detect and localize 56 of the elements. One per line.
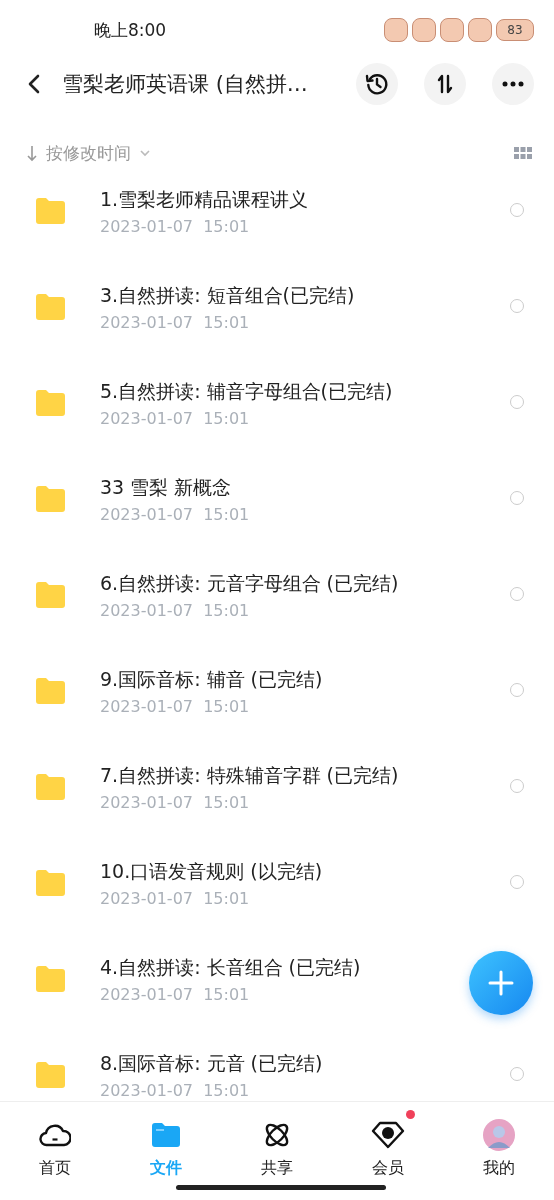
nav-tab[interactable]: 我的 — [443, 1102, 554, 1200]
folder-icon — [34, 485, 66, 513]
grid-view-icon[interactable] — [514, 147, 532, 159]
file-date: 2023-01-07 15:01 — [100, 793, 251, 812]
file-name: 1.雪梨老师精品课程讲义 — [100, 187, 310, 212]
folder-title: 雪梨老师英语课 (自然拼… — [62, 71, 309, 98]
file-date: 2023-01-07 15:01 — [100, 409, 251, 428]
file-date: 2023-01-07 15:01 — [100, 697, 251, 716]
more-icon — [502, 81, 524, 87]
folder-icon — [34, 965, 66, 993]
folder-icon — [34, 869, 66, 897]
file-date: 2023-01-07 15:01 — [100, 889, 251, 908]
nav-tab[interactable]: 首页 — [0, 1102, 111, 1200]
more-button[interactable] — [492, 63, 534, 105]
file-date: 2023-01-07 15:01 — [100, 313, 251, 332]
file-name: 7.自然拼读: 特殊辅音字群 (已完结) — [100, 763, 400, 788]
file-date: 2023-01-07 15:01 — [100, 505, 251, 524]
nav-tab[interactable]: 会员 — [332, 1102, 444, 1200]
file-name: 6.自然拼读: 元音字母组合 (已完结) — [100, 571, 400, 596]
plus-icon — [488, 970, 514, 996]
battery-level: 83 — [496, 19, 534, 41]
file-date: 2023-01-07 15:01 — [100, 217, 251, 236]
status-icon — [412, 18, 436, 42]
folder-icon — [34, 197, 66, 225]
file-name: 5.自然拼读: 辅音字母组合(已完结) — [100, 379, 394, 404]
file-date: 2023-01-07 15:01 — [100, 985, 251, 1004]
file-name: 10.口语发音规则 (以完结) — [100, 859, 324, 884]
file-name: 33 雪梨 新概念 — [100, 475, 233, 500]
status-icon — [440, 18, 464, 42]
file-name: 4.自然拼读: 长音组合 (已完结) — [100, 955, 362, 980]
history-button[interactable] — [356, 63, 398, 105]
folder-icon — [34, 1061, 66, 1089]
status-time: 晚上8:00 — [94, 18, 167, 42]
folder-icon — [34, 389, 66, 417]
status-icon — [384, 18, 408, 42]
orbit-icon — [263, 1121, 291, 1149]
nav-tab[interactable]: 共享 — [221, 1102, 333, 1200]
file-name: 8.国际音标: 元音 (已完结) — [100, 1051, 324, 1076]
status-icon — [468, 18, 492, 42]
file-name: 9.国际音标: 辅音 (已完结) — [100, 667, 324, 692]
file-name: 3.自然拼读: 短音组合(已完结) — [100, 283, 356, 308]
chevron-icon — [139, 149, 151, 157]
folder-icon — [34, 677, 66, 705]
folder-icon — [151, 1122, 182, 1148]
diamond-icon — [370, 1121, 405, 1149]
avatar — [481, 1118, 516, 1152]
folder-icon — [34, 293, 66, 321]
history-icon — [365, 72, 389, 96]
file-date: 2023-01-07 15:01 — [100, 1081, 251, 1100]
cloud-icon — [39, 1122, 72, 1148]
sort-button[interactable] — [424, 63, 466, 105]
file-date: 2023-01-07 15:01 — [100, 601, 251, 620]
add-button[interactable] — [469, 951, 533, 1015]
folder-icon — [34, 773, 66, 801]
arrow-down-icon — [26, 144, 38, 162]
folder-icon — [34, 581, 66, 609]
